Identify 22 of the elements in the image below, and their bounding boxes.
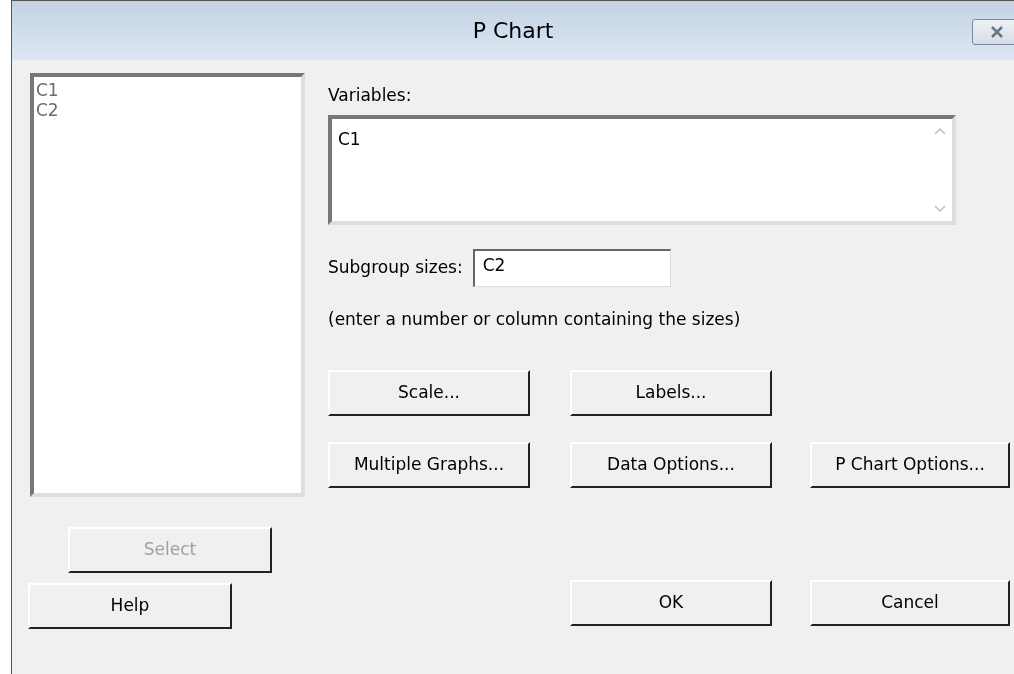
ok-button[interactable]: OK <box>570 580 772 626</box>
close-button[interactable] <box>972 19 1014 45</box>
scroll-up-icon[interactable] <box>934 126 946 135</box>
scale-button[interactable]: Scale... <box>328 370 530 416</box>
close-icon <box>989 25 1005 39</box>
column-list-item[interactable]: C2 <box>36 100 59 120</box>
data-options-button[interactable]: Data Options... <box>570 442 772 488</box>
variables-field[interactable]: C1 <box>328 114 956 225</box>
window-title: P Chart <box>472 17 554 45</box>
help-button[interactable]: Help <box>28 583 232 629</box>
hint-text: (enter a number or column containing the sizes) <box>328 307 741 331</box>
variables-value: C1 <box>337 127 362 151</box>
labels-button[interactable]: Labels... <box>570 370 772 416</box>
column-list-item[interactable]: C1 <box>36 80 59 100</box>
p-chart-options-button[interactable]: P Chart Options... <box>810 442 1010 488</box>
scroll-down-icon[interactable] <box>934 204 946 213</box>
subgroup-sizes-label: Subgroup sizes: <box>328 255 463 279</box>
cancel-button[interactable]: Cancel <box>810 580 1010 626</box>
column-list[interactable]: C1 C2 <box>30 73 305 497</box>
subgroup-sizes-field[interactable]: C2 <box>472 248 671 287</box>
variables-label: Variables: <box>328 84 412 107</box>
multiple-graphs-button[interactable]: Multiple Graphs... <box>328 442 530 488</box>
